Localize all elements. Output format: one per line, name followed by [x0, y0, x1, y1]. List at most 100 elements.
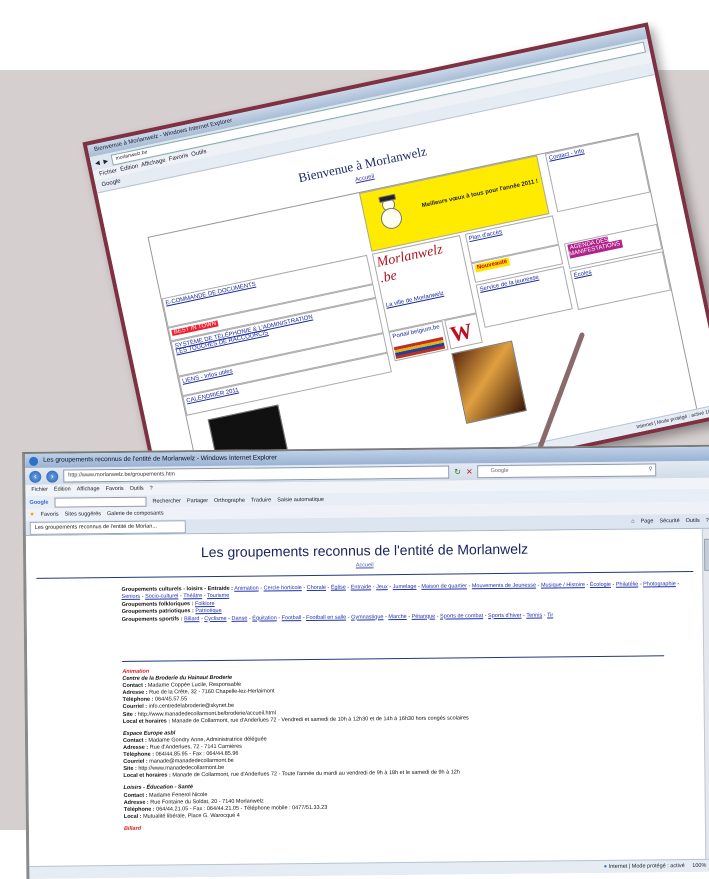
refresh-icon[interactable]: ↻: [454, 467, 461, 476]
link-tourisme[interactable]: Tourisme: [207, 593, 229, 599]
link-chorale[interactable]: Chorale: [307, 585, 326, 591]
link-animation[interactable]: Animation: [234, 586, 259, 592]
link-patriotique[interactable]: Patriotique: [195, 608, 221, 614]
address-bar[interactable]: http://www.morlanwelz.be/groupements.htm: [63, 465, 450, 483]
menu-favoris[interactable]: Favoris: [106, 484, 124, 495]
link-philatelie[interactable]: Philatélie: [616, 582, 638, 588]
link-ecologie[interactable]: Écologie: [590, 582, 611, 588]
detail-value: 064/45.57.55: [154, 696, 188, 703]
google-search-input[interactable]: [54, 496, 147, 508]
link-sports-combat[interactable]: Sports de combat: [440, 613, 483, 619]
w-logo-cell[interactable]: W: [444, 313, 483, 350]
link-tir[interactable]: Tir: [547, 612, 553, 618]
sites-suggeres[interactable]: Sites suggérés: [65, 511, 101, 517]
link-tennis[interactable]: Tennis: [526, 612, 542, 618]
google-saisie[interactable]: Saisie automatique: [277, 496, 324, 502]
detail-label: Local et horaires :: [123, 772, 171, 780]
google-partager[interactable]: Partager: [187, 498, 208, 504]
building-photo[interactable]: [451, 340, 527, 424]
menu-outils[interactable]: Outils: [130, 484, 144, 495]
menu-outils[interactable]: Outils: [191, 149, 207, 158]
menu-affichage[interactable]: Affichage: [77, 484, 100, 495]
favorites-star-icon[interactable]: ★: [30, 512, 35, 518]
link-billard[interactable]: Billard: [184, 616, 199, 622]
ie-icon: [29, 456, 39, 466]
detail-value: Rue Fontaine du Soldat, 20 - 7140 Morlan…: [150, 798, 264, 806]
google-logo: Google: [29, 499, 49, 506]
detail-label: Local :: [123, 813, 142, 820]
divider: [122, 655, 665, 662]
zoom-level[interactable]: 100%: [692, 863, 706, 869]
galerie-composants[interactable]: Galerie de composants: [107, 511, 164, 518]
favoris-button[interactable]: Favoris: [41, 512, 59, 518]
link-danse[interactable]: Danse: [231, 615, 247, 621]
tab-groupements[interactable]: Les groupements reconnus de l'entité de …: [29, 519, 186, 535]
search-icon[interactable]: ⚲: [649, 464, 653, 475]
link-sports-hiver[interactable]: Sports d'hiver: [488, 612, 522, 618]
back-icon[interactable]: ‹: [29, 470, 42, 483]
link-jeux[interactable]: Jeux: [376, 584, 388, 590]
google-orthographe[interactable]: Orthographe: [214, 497, 245, 503]
w-logo: W: [447, 317, 475, 347]
divider: [36, 570, 694, 579]
link-jumelage[interactable]: Jumelage: [393, 584, 417, 590]
help-icon[interactable]: ?: [706, 518, 709, 524]
page-content: Les groupements reconnus de l'entité de …: [25, 528, 707, 867]
forward-icon[interactable]: ›: [46, 470, 59, 483]
accueil-link[interactable]: Accueil: [355, 174, 375, 184]
detail-label: Local et horaires :: [122, 718, 171, 725]
detail-value: manade@manadedecollarmont.be: [149, 757, 234, 765]
link-equitation[interactable]: Équitation: [252, 615, 277, 621]
command-bar: ⌂ Page Sécurité Outils ?: [631, 518, 709, 525]
groupements-list: Animation Centre de la Broderie du Hainau…: [122, 663, 684, 833]
google-traduire[interactable]: Traduire: [251, 497, 271, 503]
link-photographie[interactable]: Photographie: [643, 581, 676, 587]
detail-label: Contact :: [123, 792, 148, 799]
link-football-salle[interactable]: Football en salle: [306, 614, 346, 620]
groupements-screenshot: Les groupements reconnus de l'entité de …: [22, 444, 709, 879]
forward-icon[interactable]: ▶: [103, 157, 109, 165]
link-folklore[interactable]: Folklore: [195, 601, 215, 607]
contact-cell[interactable]: Contact - Info: [544, 133, 651, 213]
stop-icon[interactable]: ✕: [466, 467, 473, 476]
link-football[interactable]: Football: [282, 615, 302, 621]
detail-label: Site :: [123, 766, 137, 773]
menu-help[interactable]: ?: [150, 484, 153, 495]
detail-label: Adresse :: [122, 689, 148, 697]
link-cyclisme[interactable]: Cyclisme: [204, 615, 226, 621]
link-maison-quartier[interactable]: Maison de quartier: [421, 583, 467, 589]
menu-edition[interactable]: Édition: [120, 163, 139, 173]
detail-value: Madame Coppée Lucile, Responsable: [147, 681, 242, 689]
menu-edition[interactable]: Édition: [54, 484, 71, 495]
page-menu[interactable]: Page: [641, 518, 654, 524]
link-petanque[interactable]: Pétanque: [412, 613, 436, 619]
detail-value: http://www.manadedecollarmont.be: [138, 765, 225, 773]
detail-label: Téléphone :: [122, 697, 154, 704]
link-seniors[interactable]: Seniors: [121, 594, 140, 600]
greeting-text: Meilleurs vœux à tous pour l'année 2011 …: [421, 178, 539, 210]
scrollbar-thumb[interactable]: [703, 538, 709, 571]
snowman-icon: [374, 193, 407, 239]
link-entraide[interactable]: Entraide: [351, 584, 372, 590]
detail-value: 064/44.85.95 - Fax : 064/44.85.96: [155, 750, 239, 758]
outils-menu[interactable]: Outils: [686, 518, 700, 524]
google-rechercher[interactable]: Rechercher: [152, 498, 180, 504]
securite-menu[interactable]: Sécurité: [659, 518, 679, 524]
link-socio-culturel[interactable]: Socio-culturel: [145, 594, 178, 600]
menu-favoris[interactable]: Favoris: [168, 153, 188, 163]
link-mouvements-jeunesse[interactable]: Mouvements de Jeunesse: [472, 583, 536, 590]
link-musique-histoire[interactable]: Musique / Histoire: [541, 582, 585, 588]
detail-value: Rue de la Crête, 32 - 7160 Chapelle-lez-…: [149, 688, 275, 696]
home-icon[interactable]: ⌂: [631, 519, 634, 525]
detail-label: Adresse :: [123, 744, 149, 751]
back-icon[interactable]: ◀: [94, 159, 101, 167]
menu-fichier[interactable]: Fichier: [31, 485, 48, 496]
link-eglise[interactable]: Église: [331, 585, 346, 591]
search-input[interactable]: Google ⚲: [477, 463, 657, 479]
link-theatre[interactable]: Théâtre: [183, 594, 202, 600]
link-gymnastique[interactable]: Gymnastique: [351, 614, 383, 620]
detail-label: Contact :: [122, 737, 147, 744]
link-cercle-horticole[interactable]: Cercle horticole: [264, 585, 302, 591]
detail-label: Téléphone :: [123, 751, 155, 758]
link-marche[interactable]: Marche: [388, 614, 406, 620]
